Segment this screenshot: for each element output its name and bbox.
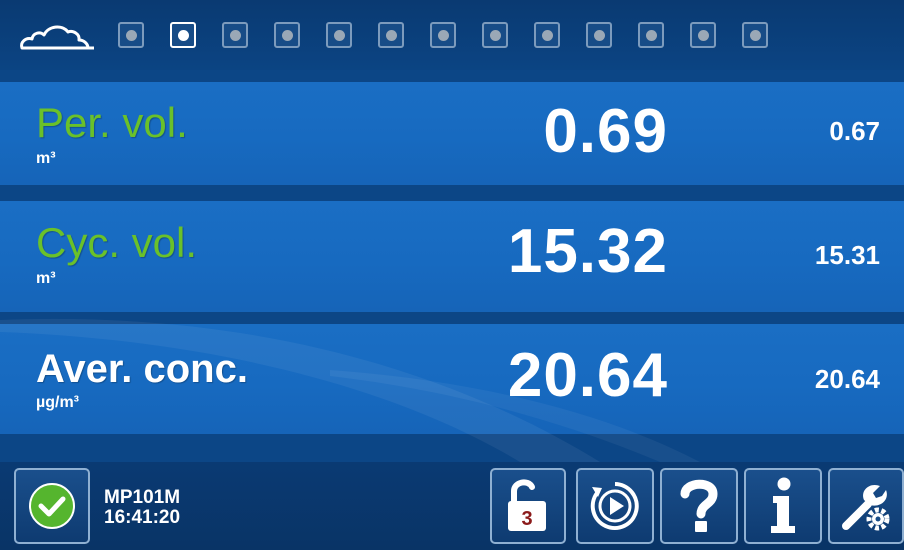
page-dot-3[interactable] [222, 22, 248, 48]
lock-open-icon: 3 [508, 479, 546, 531]
page-dot-1[interactable] [118, 22, 144, 48]
lock-badge: 3 [521, 508, 532, 530]
page-dot-7[interactable] [430, 22, 456, 48]
status-button[interactable] [14, 468, 90, 544]
page-dot-10[interactable] [586, 22, 612, 48]
play-icon [590, 482, 639, 530]
page-dot-2[interactable] [170, 22, 196, 48]
page-dot-marker [489, 29, 501, 41]
settings-icon [842, 484, 890, 531]
page-dot-12[interactable] [690, 22, 716, 48]
page-dot-marker [125, 29, 137, 41]
per-vol-previous: 0.67 [829, 116, 880, 146]
page-dot-marker [541, 29, 553, 41]
page-dot-9[interactable] [534, 22, 560, 48]
page-dot-marker [281, 29, 293, 41]
settings-button[interactable] [828, 468, 904, 544]
info-button[interactable] [744, 468, 822, 544]
page-dot-marker [385, 29, 397, 41]
check-circle-icon [29, 483, 75, 529]
page-dot-marker [645, 29, 657, 41]
play-button[interactable] [576, 468, 654, 544]
page-indicator[interactable] [118, 22, 794, 48]
help-button[interactable] [660, 468, 738, 544]
page-dot-marker [697, 29, 709, 41]
cyc-vol-previous: 15.31 [814, 240, 880, 270]
aver-conc-label: Aver. conc. [36, 347, 248, 391]
page-dot-marker [749, 29, 761, 41]
page-dot-4[interactable] [274, 22, 300, 48]
per-vol-label: Per. vol. [36, 99, 188, 146]
page-dot-11[interactable] [638, 22, 664, 48]
device-info: MP101M 16:41:20 [104, 488, 180, 528]
cyc-vol-value: 15.32 [507, 217, 668, 286]
aver-conc-previous: 20.64 [814, 364, 880, 394]
aver-conc-unit: µg/m³ [36, 394, 79, 411]
top-bar [0, 0, 904, 70]
page-dot-marker [229, 29, 241, 41]
cyc-vol-unit: m³ [36, 270, 56, 287]
per-vol-value: 0.69 [543, 97, 668, 166]
page-dot-6[interactable] [378, 22, 404, 48]
per-vol-unit: m³ [36, 150, 56, 167]
page-dot-marker [177, 29, 189, 41]
page-dot-marker [593, 29, 605, 41]
info-icon [771, 477, 795, 533]
page-dot-marker [333, 29, 345, 41]
page-dot-8[interactable] [482, 22, 508, 48]
lock-button[interactable]: 3 [490, 468, 566, 544]
device-time: 16:41:20 [104, 507, 181, 528]
measurement-panel: Per. vol. m³ 0.69 0.67 Cyc. vol. m³ 15.3… [0, 70, 904, 462]
page-dot-marker [437, 29, 449, 41]
page-dot-5[interactable] [326, 22, 352, 48]
cloud-icon [20, 25, 94, 50]
device-name: MP101M [104, 487, 181, 508]
aver-conc-value: 20.64 [507, 341, 668, 410]
help-icon [680, 479, 718, 532]
cyc-vol-label: Cyc. vol. [36, 219, 198, 266]
page-dot-13[interactable] [742, 22, 768, 48]
